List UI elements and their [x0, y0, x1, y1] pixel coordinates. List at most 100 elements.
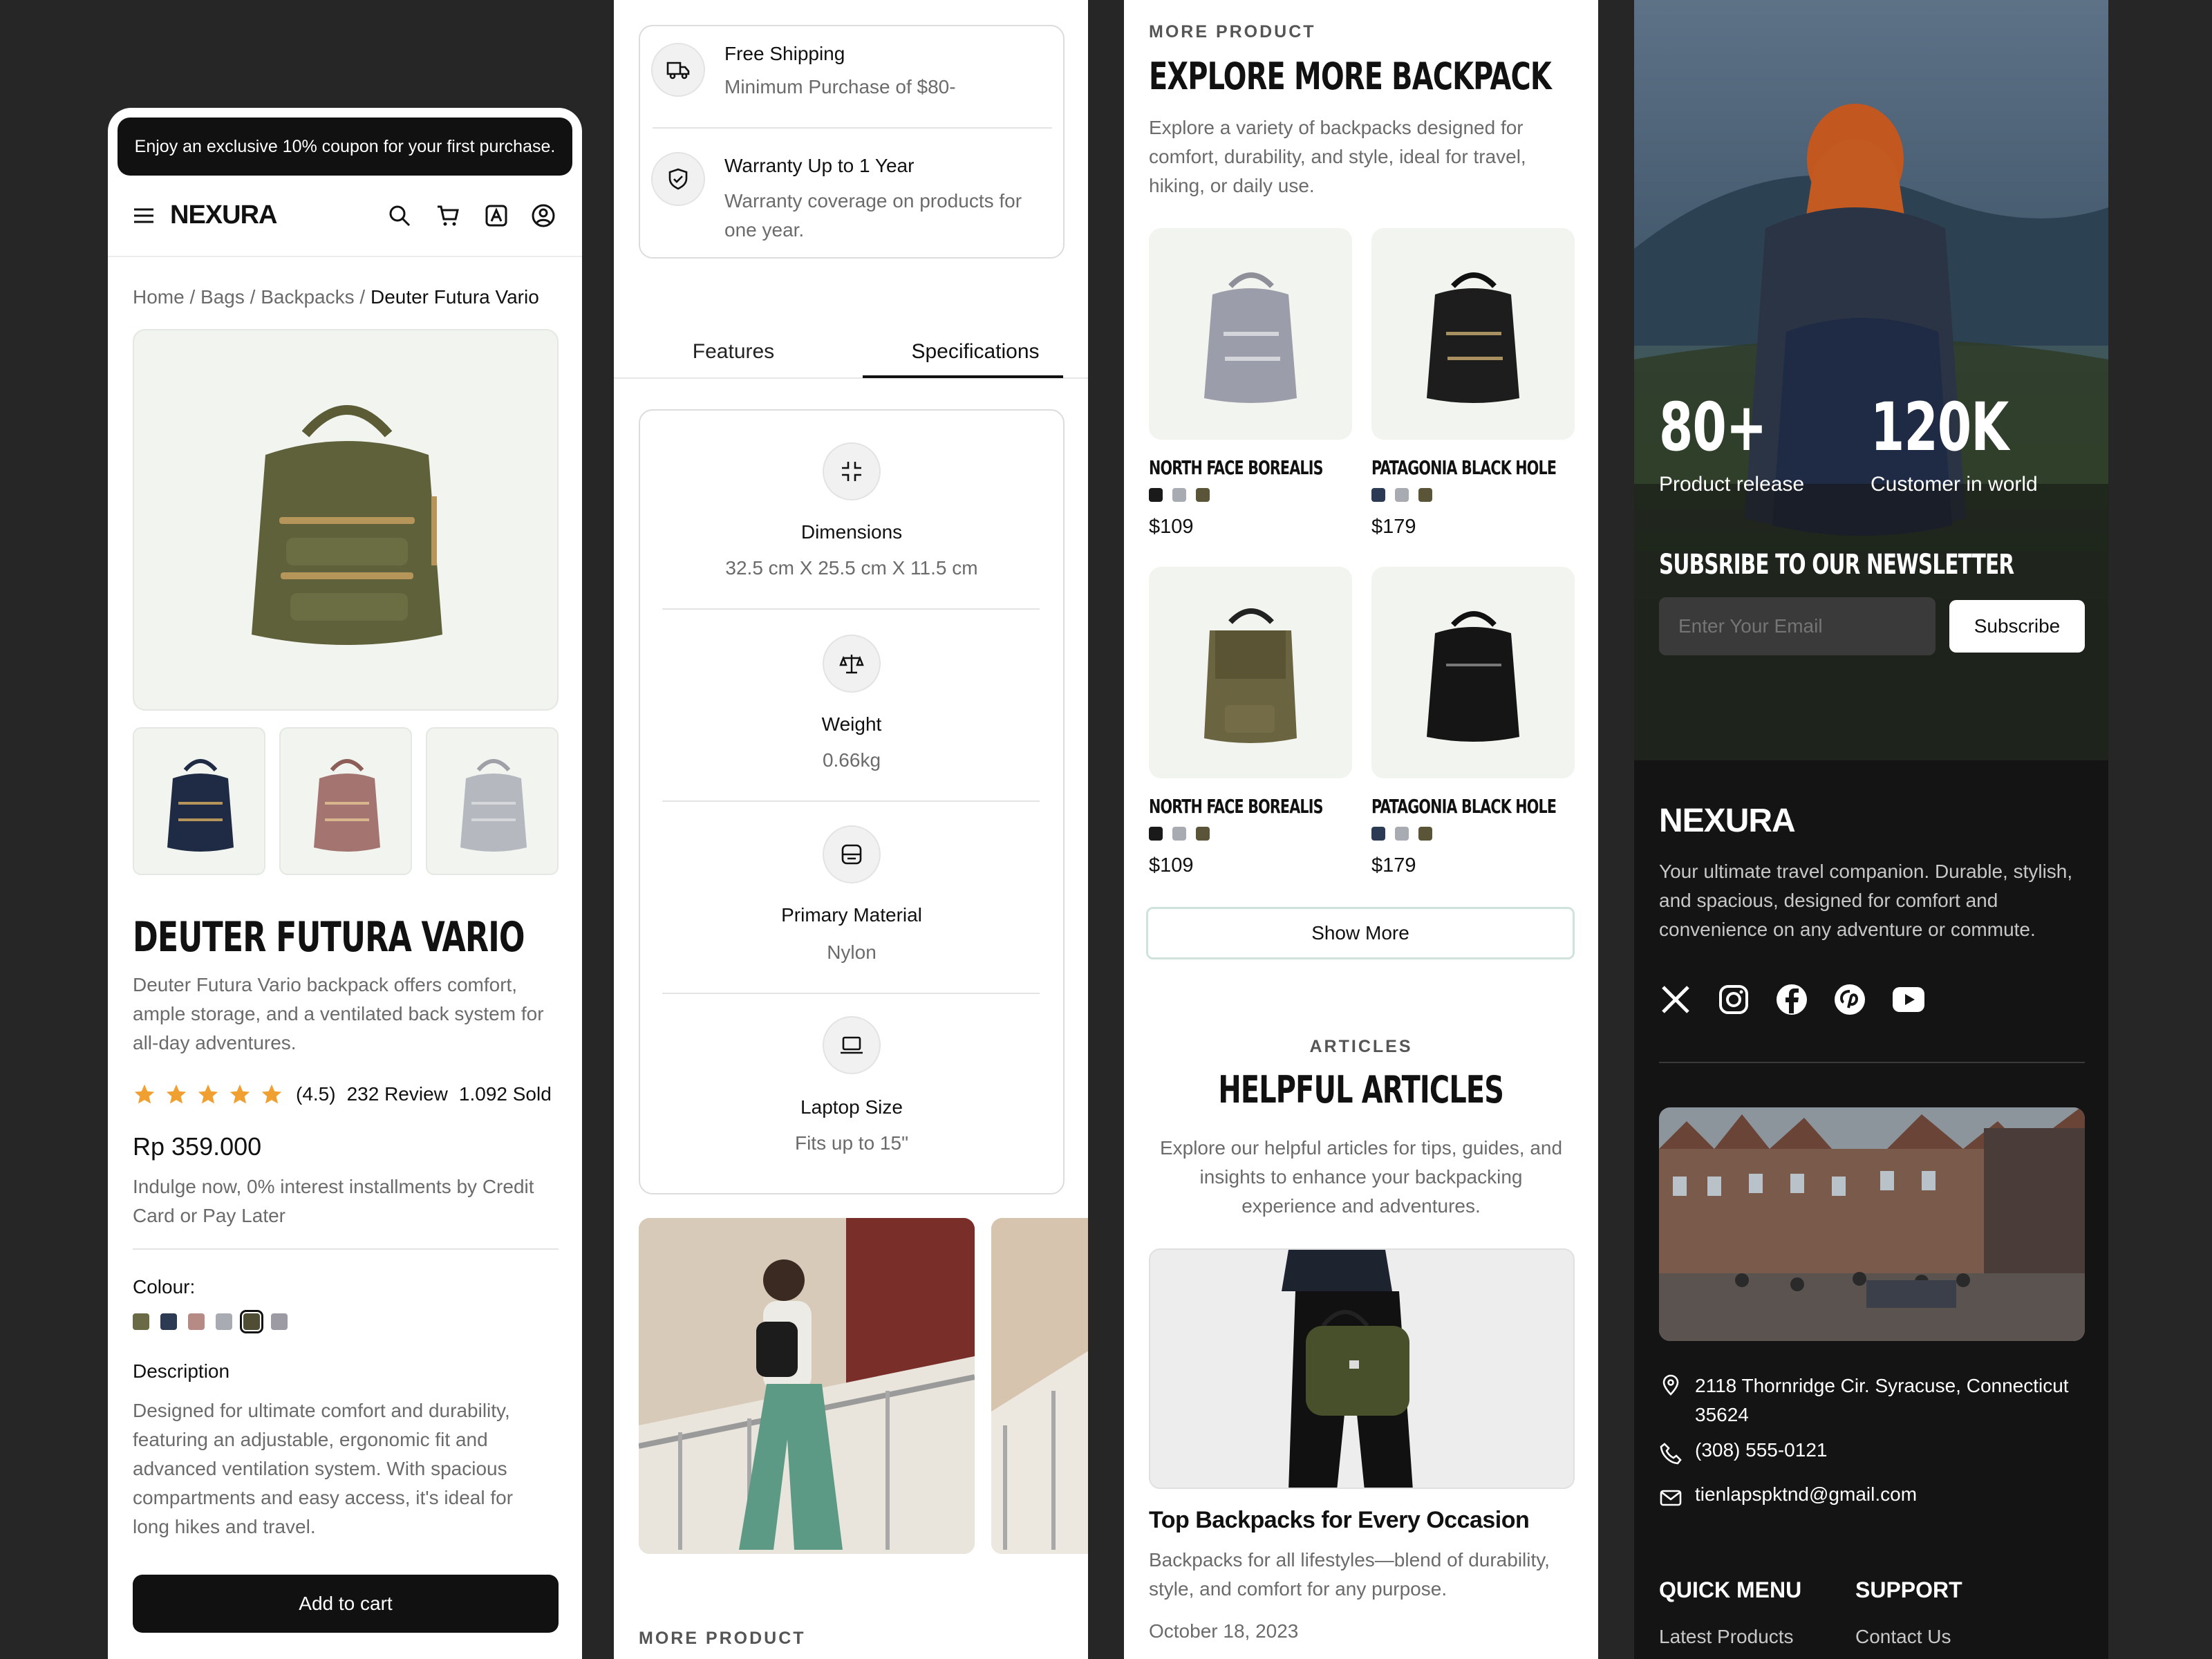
thumbnail-gray[interactable] — [426, 727, 559, 875]
youtube-icon[interactable] — [1891, 986, 1926, 1013]
sold-count: 1.092 Sold — [458, 1083, 552, 1105]
support-link[interactable]: Contact Us — [1855, 1626, 1951, 1648]
lifestyle-photo[interactable] — [991, 1218, 1088, 1554]
description-label: Description — [133, 1360, 230, 1382]
thumbnail-navy[interactable] — [133, 727, 265, 875]
add-to-cart-button[interactable]: Add to cart — [133, 1575, 559, 1633]
colour-swatch[interactable] — [1172, 827, 1186, 841]
colour-swatch[interactable] — [216, 1313, 232, 1330]
product-card-name[interactable]: PATAGONIA BLACK HOLE — [1371, 456, 1557, 479]
star-icon — [196, 1082, 220, 1106]
colour-swatch[interactable] — [160, 1313, 177, 1330]
installment-note: Indulge now, 0% interest installments by… — [133, 1176, 534, 1226]
search-icon[interactable] — [387, 203, 412, 228]
product-card-price: $109 — [1149, 854, 1194, 877]
product-card-name[interactable]: NORTH FACE BOREALIS — [1149, 795, 1323, 818]
colour-swatch-selected[interactable] — [240, 1310, 263, 1333]
colour-swatch[interactable] — [188, 1313, 205, 1330]
colour-swatch[interactable] — [1418, 488, 1432, 502]
product-card-price: $179 — [1371, 854, 1416, 877]
specifications-panel: Free Shipping Minimum Purchase of $80- W… — [614, 0, 1088, 1659]
tab-specifications-label: Specifications — [911, 340, 1040, 363]
product-card-image[interactable] — [1149, 567, 1352, 778]
instagram-icon[interactable] — [1717, 983, 1750, 1016]
menu-icon[interactable] — [133, 206, 155, 225]
colour-swatch[interactable] — [271, 1313, 288, 1330]
colour-swatch[interactable] — [133, 1313, 149, 1330]
review-count[interactable]: 232 Review — [347, 1083, 448, 1105]
colour-swatch[interactable] — [1196, 488, 1210, 502]
colour-swatch[interactable] — [1149, 488, 1163, 502]
perk-divider — [653, 127, 1052, 129]
product-card-image[interactable] — [1371, 567, 1575, 778]
product-card-name[interactable]: PATAGONIA BLACK HOLE — [1371, 795, 1557, 818]
breadcrumb-backpacks[interactable]: Backpacks — [261, 286, 354, 308]
spec-value: 32.5 cm X 25.5 cm X 11.5 cm — [725, 557, 978, 579]
star-icon — [133, 1082, 156, 1106]
colour-swatch[interactable] — [1418, 827, 1432, 841]
quick-menu-title: QUICK MENU — [1659, 1577, 1802, 1602]
more-products-panel: MORE PRODUCT EXPLORE MORE BACKPACK Explo… — [1124, 0, 1598, 1659]
breadcrumb-current: Deuter Futura Vario — [370, 286, 539, 308]
star-icon — [260, 1082, 283, 1106]
product-card-price: $109 — [1149, 516, 1194, 538]
spec-value: Nylon — [827, 941, 877, 963]
pinterest-icon[interactable] — [1833, 983, 1866, 1016]
perk-title: Free Shipping — [724, 43, 845, 64]
promo-banner[interactable]: Enjoy an exclusive 10% coupon for your f… — [118, 118, 572, 176]
product-card-name[interactable]: NORTH FACE BOREALIS — [1149, 456, 1323, 479]
rating-row: (4.5) 232 Review 1.092 Sold — [133, 1082, 552, 1106]
section-description: Explore a variety of backpacks designed … — [1149, 117, 1526, 196]
tab-specifications[interactable]: Specifications — [863, 325, 1088, 379]
promo-banner-text: Enjoy an exclusive 10% coupon for your f… — [134, 136, 556, 156]
thumbnail-rose[interactable] — [279, 727, 412, 875]
show-more-label: Show More — [1311, 922, 1409, 944]
newsletter-title: SUBSRIBE TO OUR NEWSLETTER — [1659, 549, 2014, 581]
quick-menu-link[interactable]: Latest Products — [1659, 1626, 1794, 1648]
colour-swatch[interactable] — [1395, 488, 1409, 502]
lifestyle-photo[interactable] — [639, 1218, 975, 1554]
spec-divider — [662, 608, 1040, 610]
article-image[interactable] — [1149, 1248, 1575, 1489]
brand-logo[interactable]: NEXURA — [170, 200, 277, 230]
stat-value: 80+ — [1659, 388, 1767, 466]
breadcrumb: Home / Bags / Backpacks / Deuter Futura … — [133, 286, 539, 308]
product-title: DEUTER FUTURA VARIO — [133, 913, 525, 962]
breadcrumb-home[interactable]: Home — [133, 286, 185, 308]
x-twitter-icon[interactable] — [1659, 983, 1692, 1016]
articles-title-wrap: HELPFUL ARTICLES — [1124, 1071, 1598, 1109]
product-card-image[interactable] — [1371, 228, 1575, 440]
footer-address: 2118 Thornridge Cir. Syracuse, Connectic… — [1695, 1375, 2069, 1425]
colour-swatch[interactable] — [1371, 488, 1385, 502]
breadcrumb-bags[interactable]: Bags — [200, 286, 245, 308]
spec-value: Fits up to 15" — [794, 1132, 909, 1154]
product-card-swatches — [1149, 488, 1219, 502]
product-main-image[interactable] — [133, 329, 559, 711]
facebook-icon[interactable] — [1775, 983, 1808, 1016]
colour-swatch[interactable] — [1395, 827, 1409, 841]
colour-swatch[interactable] — [1172, 488, 1186, 502]
footer-phone[interactable]: (308) 555-0121 — [1695, 1439, 1827, 1461]
add-to-cart-label: Add to cart — [299, 1593, 393, 1614]
support-title: SUPPORT — [1855, 1577, 1962, 1602]
newsletter-email-input[interactable] — [1659, 597, 1936, 655]
product-card-image[interactable] — [1149, 228, 1352, 440]
footer-email[interactable]: tienlapspktnd@gmail.com — [1695, 1483, 1917, 1506]
cart-icon[interactable] — [435, 203, 460, 228]
articles-eyebrow: ARTICLES — [1309, 1037, 1413, 1056]
spec-label: Primary Material — [781, 904, 922, 926]
colour-swatch[interactable] — [1371, 827, 1385, 841]
colour-swatch[interactable] — [1196, 827, 1210, 841]
account-icon[interactable] — [531, 203, 556, 228]
minimize-icon — [823, 442, 881, 500]
subscribe-button[interactable]: Subscribe — [1949, 600, 2085, 653]
article-title[interactable]: Top Backpacks for Every Occasion — [1149, 1507, 1530, 1534]
article-date: October 18, 2023 — [1149, 1620, 1299, 1642]
colour-swatch[interactable] — [1149, 827, 1163, 841]
translate-icon[interactable] — [484, 203, 509, 228]
mail-icon — [1659, 1486, 1683, 1510]
header-divider — [108, 256, 582, 257]
show-more-button[interactable]: Show More — [1146, 907, 1575, 959]
tab-features[interactable]: Features — [614, 325, 853, 379]
spec-value: 0.66kg — [822, 749, 881, 771]
